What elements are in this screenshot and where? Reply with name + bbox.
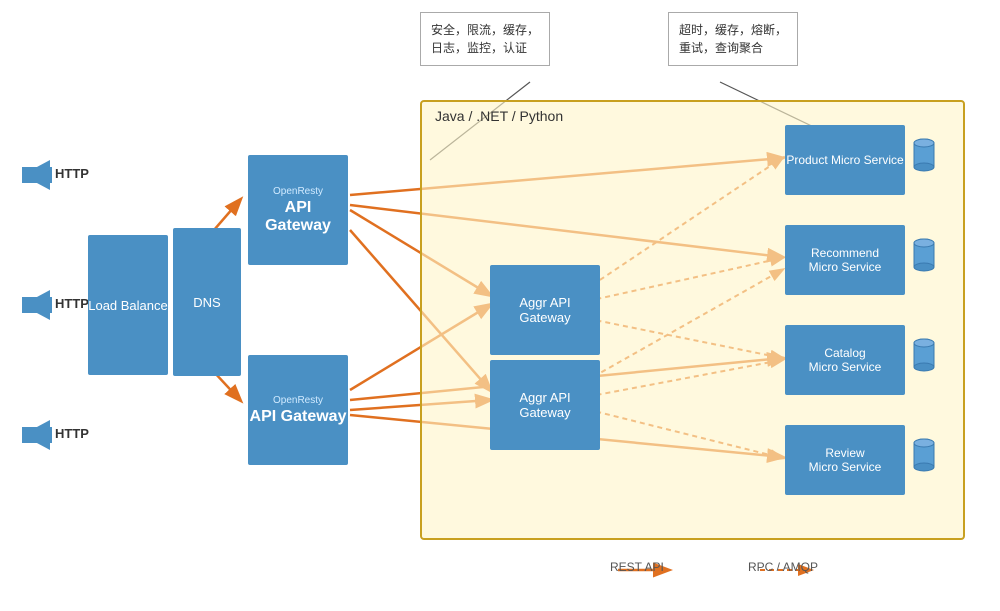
legend-rpc-label: RPC / AMQP	[748, 560, 818, 574]
legend-rest: REST API	[610, 560, 664, 574]
recommend-service: RecommendMicro Service	[785, 225, 905, 295]
http-arrow-2	[22, 290, 50, 320]
review-db	[912, 437, 936, 473]
api-gateway-1: OpenResty API Gateway	[248, 155, 348, 265]
catalog-db	[912, 337, 936, 373]
catalog-service: CatalogMicro Service	[785, 325, 905, 395]
http-label-1: HTTP	[55, 166, 89, 181]
legend-rest-label: REST API	[610, 560, 664, 574]
gateway2-sublabel: OpenResty	[273, 395, 323, 406]
http-arrow-1	[22, 160, 50, 190]
api-gateway-2: OpenResty API Gateway	[248, 355, 348, 465]
gateway1-label: API Gateway	[265, 199, 331, 235]
java-area-label: Java / .NET / Python	[435, 108, 563, 124]
product-service: Product Micro Service	[785, 125, 905, 195]
recommend-service-label: RecommendMicro Service	[809, 246, 882, 274]
product-service-label: Product Micro Service	[786, 153, 903, 167]
review-service: ReviewMicro Service	[785, 425, 905, 495]
load-balance-box: Load Balance	[88, 235, 168, 375]
diagram-container: HTTP HTTP HTTP Load Balance DNS 安全，限流，缓存…	[0, 0, 1000, 611]
legend-rpc: RPC / AMQP	[748, 560, 818, 574]
dns-label: DNS	[193, 295, 220, 310]
tooltip-2: 超时，缓存，熔断，重试，查询聚合	[668, 12, 798, 66]
aggr-gateway-2: Aggr APIGateway	[490, 360, 600, 450]
aggr1-label: Aggr APIGateway	[519, 295, 570, 325]
product-db	[912, 137, 936, 173]
http-arrow-3	[22, 420, 50, 450]
aggr2-label: Aggr APIGateway	[519, 390, 570, 420]
review-service-label: ReviewMicro Service	[809, 446, 882, 474]
tooltip-1: 安全，限流，缓存，日志，监控，认证	[420, 12, 550, 66]
gateway2-label: API Gateway	[250, 408, 347, 426]
dns-box: DNS	[173, 228, 241, 376]
http-label-3: HTTP	[55, 426, 89, 441]
gateway1-sublabel: OpenResty	[273, 186, 323, 197]
load-balance-label: Load Balance	[88, 298, 168, 313]
aggr-gateway-1: Aggr APIGateway	[490, 265, 600, 355]
http-label-2: HTTP	[55, 296, 89, 311]
catalog-service-label: CatalogMicro Service	[809, 346, 882, 374]
recommend-db	[912, 237, 936, 273]
